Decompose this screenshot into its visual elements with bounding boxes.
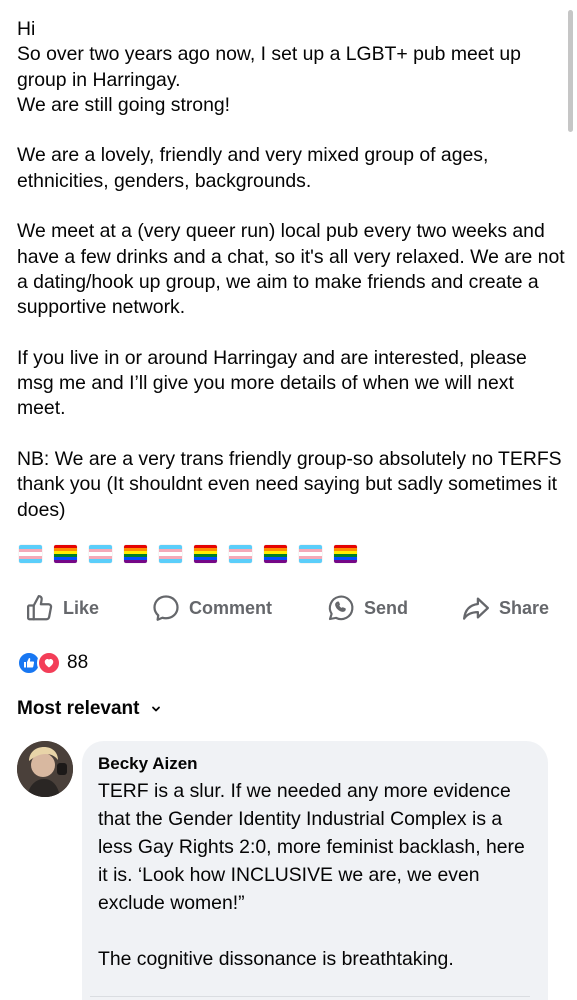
share-button[interactable]: Share xyxy=(461,590,549,626)
share-label: Share xyxy=(499,597,550,618)
transgender-flag-icon xyxy=(229,545,252,563)
share-arrow-icon xyxy=(463,597,489,620)
love-reaction-icon xyxy=(37,651,61,675)
chevron-down-icon xyxy=(152,706,161,712)
avatar[interactable] xyxy=(17,741,73,797)
rainbow-flag-icon xyxy=(54,545,77,563)
post-action-bar: Like Comment Send Share xyxy=(0,590,577,626)
speech-bubble-icon xyxy=(153,595,179,621)
post-body: Hi So over two years ago now, I set up a… xyxy=(17,18,565,521)
rainbow-flag-icon xyxy=(334,545,357,563)
like-button[interactable]: Like xyxy=(25,590,99,626)
sort-label: Most relevant xyxy=(17,698,140,719)
comment-text: TERF is a slur. If we needed any more ev… xyxy=(98,780,525,970)
comment-author[interactable]: Becky Aizen xyxy=(98,753,532,775)
rainbow-flag-icon xyxy=(264,545,287,563)
send-label: Send xyxy=(364,597,409,618)
comment-bubble: Becky Aizen TERF is a slur. If we needed… xyxy=(82,741,548,1000)
like-label: Like xyxy=(63,597,100,618)
comment-button[interactable]: Comment xyxy=(151,590,272,626)
reaction-summary[interactable]: 88 xyxy=(17,650,88,676)
transgender-flag-icon xyxy=(19,545,42,563)
thumbs-up-icon xyxy=(27,595,53,621)
rainbow-flag-icon xyxy=(194,545,217,563)
rainbow-flag-icon xyxy=(124,545,147,563)
scrollbar[interactable] xyxy=(568,10,573,132)
reaction-count: 88 xyxy=(67,652,89,673)
flag-emoji-row xyxy=(19,545,357,563)
next-item-edge xyxy=(90,996,530,1000)
whatsapp-icon xyxy=(328,595,354,621)
transgender-flag-icon xyxy=(89,545,112,563)
send-button[interactable]: Send xyxy=(326,590,408,626)
comment-label: Comment xyxy=(189,597,273,618)
transgender-flag-icon xyxy=(159,545,182,563)
comment-sort-dropdown[interactable]: Most relevant xyxy=(17,698,161,720)
facebook-post-view: Hi So over two years ago now, I set up a… xyxy=(0,0,577,1000)
transgender-flag-icon xyxy=(299,545,322,563)
